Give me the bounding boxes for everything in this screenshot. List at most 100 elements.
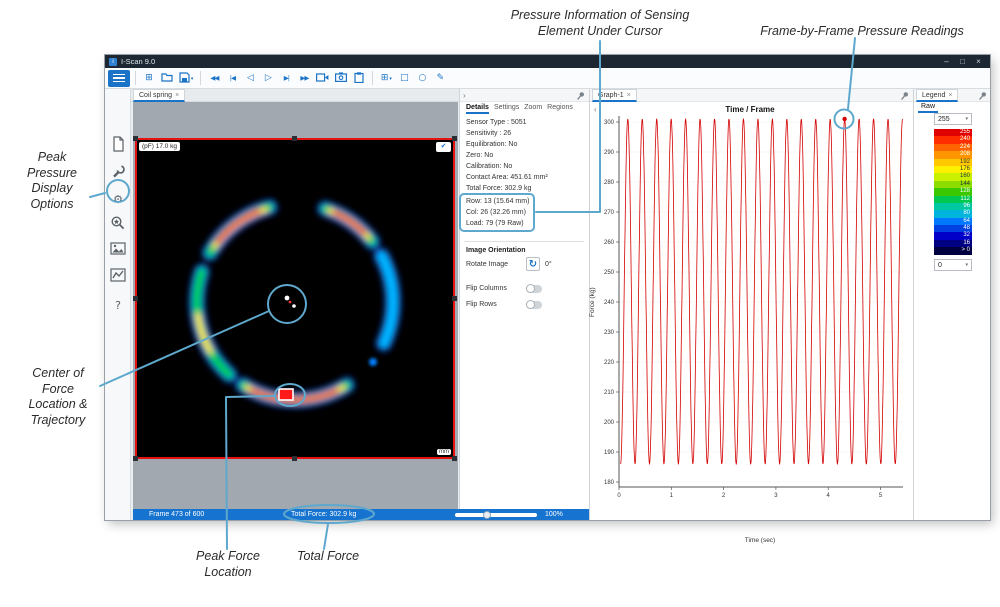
camera-icon (335, 72, 347, 82)
svg-text:270: 270 (604, 210, 615, 216)
legend-scale-row: 255 (934, 129, 972, 136)
legend-mode-tab[interactable]: Raw (918, 103, 938, 113)
sidebar-peak-pressure-button[interactable] (108, 215, 128, 235)
selection-handle[interactable] (452, 456, 457, 461)
save-button[interactable]: ▾ (177, 70, 195, 87)
selection-handle[interactable] (292, 136, 297, 141)
sidebar-image-button[interactable] (108, 242, 128, 262)
frame-counter: Frame 473 of 600 (149, 509, 204, 520)
selection-handle[interactable] (133, 296, 138, 301)
pin-icon[interactable] (978, 91, 987, 101)
rotate-image-button[interactable]: ↻ (526, 257, 540, 271)
flip-rows-label: Flip Rows (466, 301, 497, 308)
spinner-caret-icon: ▾ (965, 260, 968, 271)
details-collapse-chevron-icon[interactable]: › (463, 91, 466, 101)
open-file-button[interactable] (159, 70, 175, 87)
ellipse-tool-button[interactable]: ○ (414, 70, 430, 87)
selection-handle[interactable] (292, 456, 297, 461)
app-window: i I-Scan 9.0 – □ × ⊞ ▾ ◀◀ |◀ ◁ ▷ (105, 55, 990, 520)
tab-legend[interactable]: Legend × (916, 89, 958, 102)
legend-scale-row: 176 (934, 166, 972, 173)
grid-display-button[interactable]: ⊞ ▾ (378, 70, 394, 87)
svg-text:5: 5 (879, 493, 883, 499)
play-button[interactable]: ▷ (260, 70, 276, 87)
step-back-button[interactable]: ◁ (242, 70, 258, 87)
field-sensor-type: Sensor Type : 5051 (466, 119, 527, 126)
selection-handle[interactable] (452, 136, 457, 141)
sidebar-graph-button[interactable] (108, 268, 128, 288)
total-force-readout: Total Force: 302.9 kg (291, 509, 356, 520)
pin-icon[interactable] (900, 91, 909, 101)
window-title: I-Scan 9.0 (121, 57, 155, 66)
frame-cursor-marker[interactable] (842, 117, 846, 121)
folder-icon (161, 72, 173, 82)
maximize-button[interactable]: □ (955, 57, 970, 66)
flip-rows-toggle[interactable] (526, 301, 542, 309)
tab-details[interactable]: Details (466, 104, 489, 114)
peak-pressure-magnifier-icon (110, 215, 126, 231)
tab-zoom[interactable]: Zoom (524, 104, 542, 114)
record-movie-button[interactable] (314, 70, 331, 87)
pin-icon[interactable] (576, 91, 585, 101)
new-document-button[interactable]: ⊞ (141, 70, 157, 87)
tab-close-icon[interactable]: × (627, 92, 631, 99)
first-frame-button[interactable]: |◀ (224, 70, 240, 87)
legend-scale-row: 224 (934, 144, 972, 151)
copy-button[interactable] (351, 70, 367, 87)
clipboard-icon (354, 72, 364, 83)
field-cursor-load: Load: 79 (79 Raw) (466, 220, 524, 227)
main-menu-button[interactable] (108, 70, 130, 87)
selection-handle[interactable] (133, 136, 138, 141)
minimize-button[interactable]: – (939, 57, 954, 66)
legend-panel: Legend × Raw 255 ▾ 255240224208192176160… (913, 89, 990, 520)
legend-scale-row: 208 (934, 151, 972, 158)
rewind-button[interactable]: ◀◀ (206, 70, 222, 87)
annotation-peak-pressure: Peak Pressure Display Options (8, 150, 96, 212)
sidebar-help-button[interactable]: ? (108, 296, 128, 316)
figure-page: Pressure Information of Sensing Element … (0, 0, 1000, 607)
close-button[interactable]: × (971, 57, 986, 66)
grid-icon: ⊞ (381, 73, 389, 83)
tab-close-icon[interactable]: × (175, 92, 179, 99)
field-zero: Zero: No (466, 152, 493, 159)
selection-handle[interactable] (133, 456, 138, 461)
legend-max-spinner[interactable]: 255 ▾ (934, 113, 972, 125)
fast-forward-button[interactable]: ▶▶ (296, 70, 312, 87)
tab-coil-spring[interactable]: Coil spring × (133, 89, 185, 102)
svg-text:1: 1 (670, 493, 674, 499)
peak-force-marker (279, 389, 293, 400)
selection-handle[interactable] (452, 296, 457, 301)
flip-columns-label: Flip Columns (466, 285, 507, 292)
force-graph: 1801902002102202302402502602702802903000… (590, 101, 914, 520)
tab-close-icon[interactable]: × (948, 92, 952, 99)
rotate-value: 0° (545, 261, 552, 268)
map-unit-badge: mm (437, 449, 451, 455)
spinner-caret-icon: ▾ (965, 114, 968, 125)
legend-scale-row: 112 (934, 196, 972, 203)
flip-columns-toggle[interactable] (526, 285, 542, 293)
map-checkbox[interactable]: ✔ (436, 142, 451, 152)
sidebar-tools-button[interactable] (108, 163, 128, 183)
zoom-slider[interactable] (455, 513, 537, 517)
tab-settings[interactable]: Settings (494, 104, 519, 114)
svg-text:250: 250 (604, 270, 615, 276)
step-forward-button[interactable]: ▶| (278, 70, 294, 87)
svg-text:200: 200 (604, 420, 615, 426)
details-panel: › Details Settings Zoom Regions Sensor T… (459, 89, 589, 509)
tab-regions[interactable]: Regions (547, 104, 573, 114)
toolbar-separator (372, 71, 373, 85)
svg-text:190: 190 (604, 450, 615, 456)
tab-label: Coil spring (139, 92, 172, 99)
legend-scale-row: 96 (934, 203, 972, 210)
rectangle-tool-button[interactable]: □ (396, 70, 412, 87)
field-calibration: Calibration: No (466, 163, 512, 170)
snapshot-button[interactable] (333, 70, 349, 87)
sidebar-settings-button[interactable]: ⚙ (108, 190, 128, 210)
zoom-slider-thumb[interactable] (483, 511, 491, 519)
legend-min-spinner[interactable]: 0 ▾ (934, 259, 972, 271)
draw-tool-button[interactable]: ✎ (432, 70, 448, 87)
field-cursor-col: Col: 26 (32.26 mm) (466, 209, 526, 216)
sidebar-document-button[interactable] (108, 136, 128, 156)
sensor-map-frame[interactable]: (pF) 17.0 kg ✔ mm (135, 138, 455, 459)
pressure-map-image (137, 140, 453, 457)
